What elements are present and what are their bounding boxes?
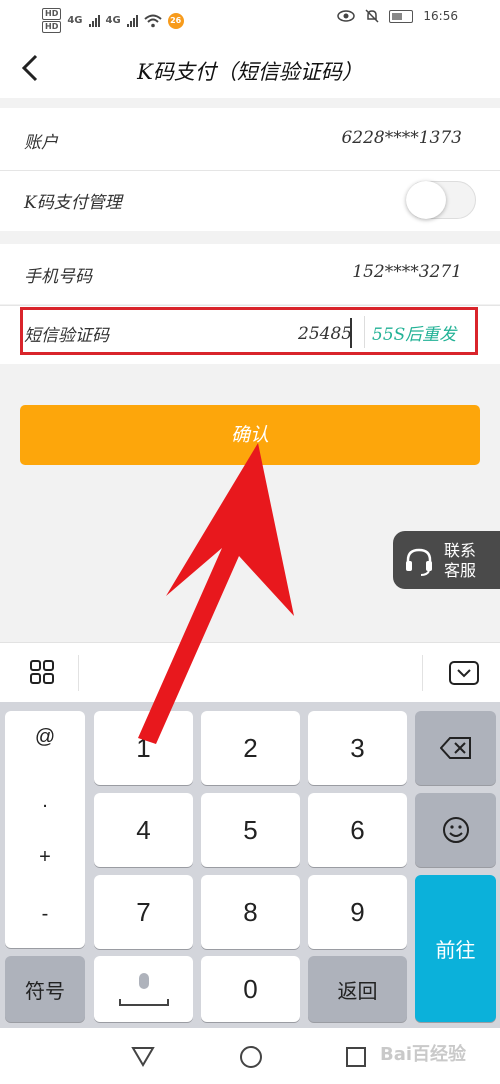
wifi-icon xyxy=(144,14,162,27)
status-left: HD HD 4G 4G 26 xyxy=(42,8,184,33)
network-label: 4G xyxy=(105,15,121,26)
contact-label-line2: 客服 xyxy=(444,561,477,580)
key-6[interactable]: 6 xyxy=(308,793,407,867)
microphone-icon xyxy=(118,973,169,1006)
back-triangle-icon[interactable] xyxy=(131,1045,155,1071)
eye-icon xyxy=(337,10,356,22)
return-key[interactable]: 返回 xyxy=(308,956,407,1022)
emoji-icon xyxy=(442,817,469,843)
network-label: 4G xyxy=(67,15,83,26)
phone-value: 152****3271 xyxy=(352,262,462,282)
highlight-box xyxy=(20,307,478,355)
key-7[interactable]: 7 xyxy=(94,875,193,949)
contact-label: 联系 客服 xyxy=(444,541,484,581)
backspace-key[interactable] xyxy=(415,711,496,785)
hd-badge: HD xyxy=(42,21,62,33)
status-right: 16:56 xyxy=(337,9,458,23)
signal-icon xyxy=(88,14,100,27)
key-4[interactable]: 4 xyxy=(94,793,193,867)
grid-menu-icon[interactable] xyxy=(29,659,55,689)
go-button[interactable]: 前往 xyxy=(415,875,496,1022)
key-at[interactable]: @ xyxy=(5,726,85,749)
key-plus[interactable]: + xyxy=(5,846,85,869)
recents-square-icon[interactable] xyxy=(345,1046,367,1072)
clock: 16:56 xyxy=(423,9,458,23)
key-2[interactable]: 2 xyxy=(201,711,300,785)
key-9[interactable]: 9 xyxy=(308,875,407,949)
home-circle-icon[interactable] xyxy=(239,1045,263,1073)
notification-badge: 26 xyxy=(167,12,184,29)
symbols-key[interactable]: 符号 xyxy=(5,956,85,1022)
kpay-manage-label: K码支付管理 xyxy=(24,193,122,213)
page-title: K码支付（短信验证码） xyxy=(137,60,363,84)
key-1[interactable]: 1 xyxy=(94,711,193,785)
signal-icon xyxy=(126,14,138,27)
key-5[interactable]: 5 xyxy=(201,793,300,867)
divider xyxy=(78,655,79,691)
battery-icon xyxy=(389,9,414,23)
toggle-knob xyxy=(406,181,446,219)
key-0[interactable]: 0 xyxy=(201,956,300,1022)
phone-label: 手机号码 xyxy=(24,267,92,287)
voice-input-key[interactable] xyxy=(94,956,193,1022)
watermark: Bai百经验 xyxy=(380,1044,467,1065)
key-minus[interactable]: - xyxy=(5,903,85,926)
divider xyxy=(422,655,423,691)
backspace-icon xyxy=(439,737,471,759)
headset-icon xyxy=(403,546,435,580)
emoji-key[interactable] xyxy=(415,793,496,867)
contact-label-line1: 联系 xyxy=(444,541,477,560)
account-label: 账户 xyxy=(24,133,58,153)
mute-bell-icon xyxy=(365,9,379,23)
hd-badge: HD xyxy=(42,8,62,20)
keyboard-toolbar xyxy=(0,642,500,703)
hide-keyboard-icon[interactable] xyxy=(449,661,479,689)
key-dot[interactable]: . xyxy=(5,790,85,813)
key-3[interactable]: 3 xyxy=(308,711,407,785)
key-8[interactable]: 8 xyxy=(201,875,300,949)
account-value: 6228****1373 xyxy=(341,128,462,148)
confirm-button[interactable]: 确认 xyxy=(20,405,480,465)
